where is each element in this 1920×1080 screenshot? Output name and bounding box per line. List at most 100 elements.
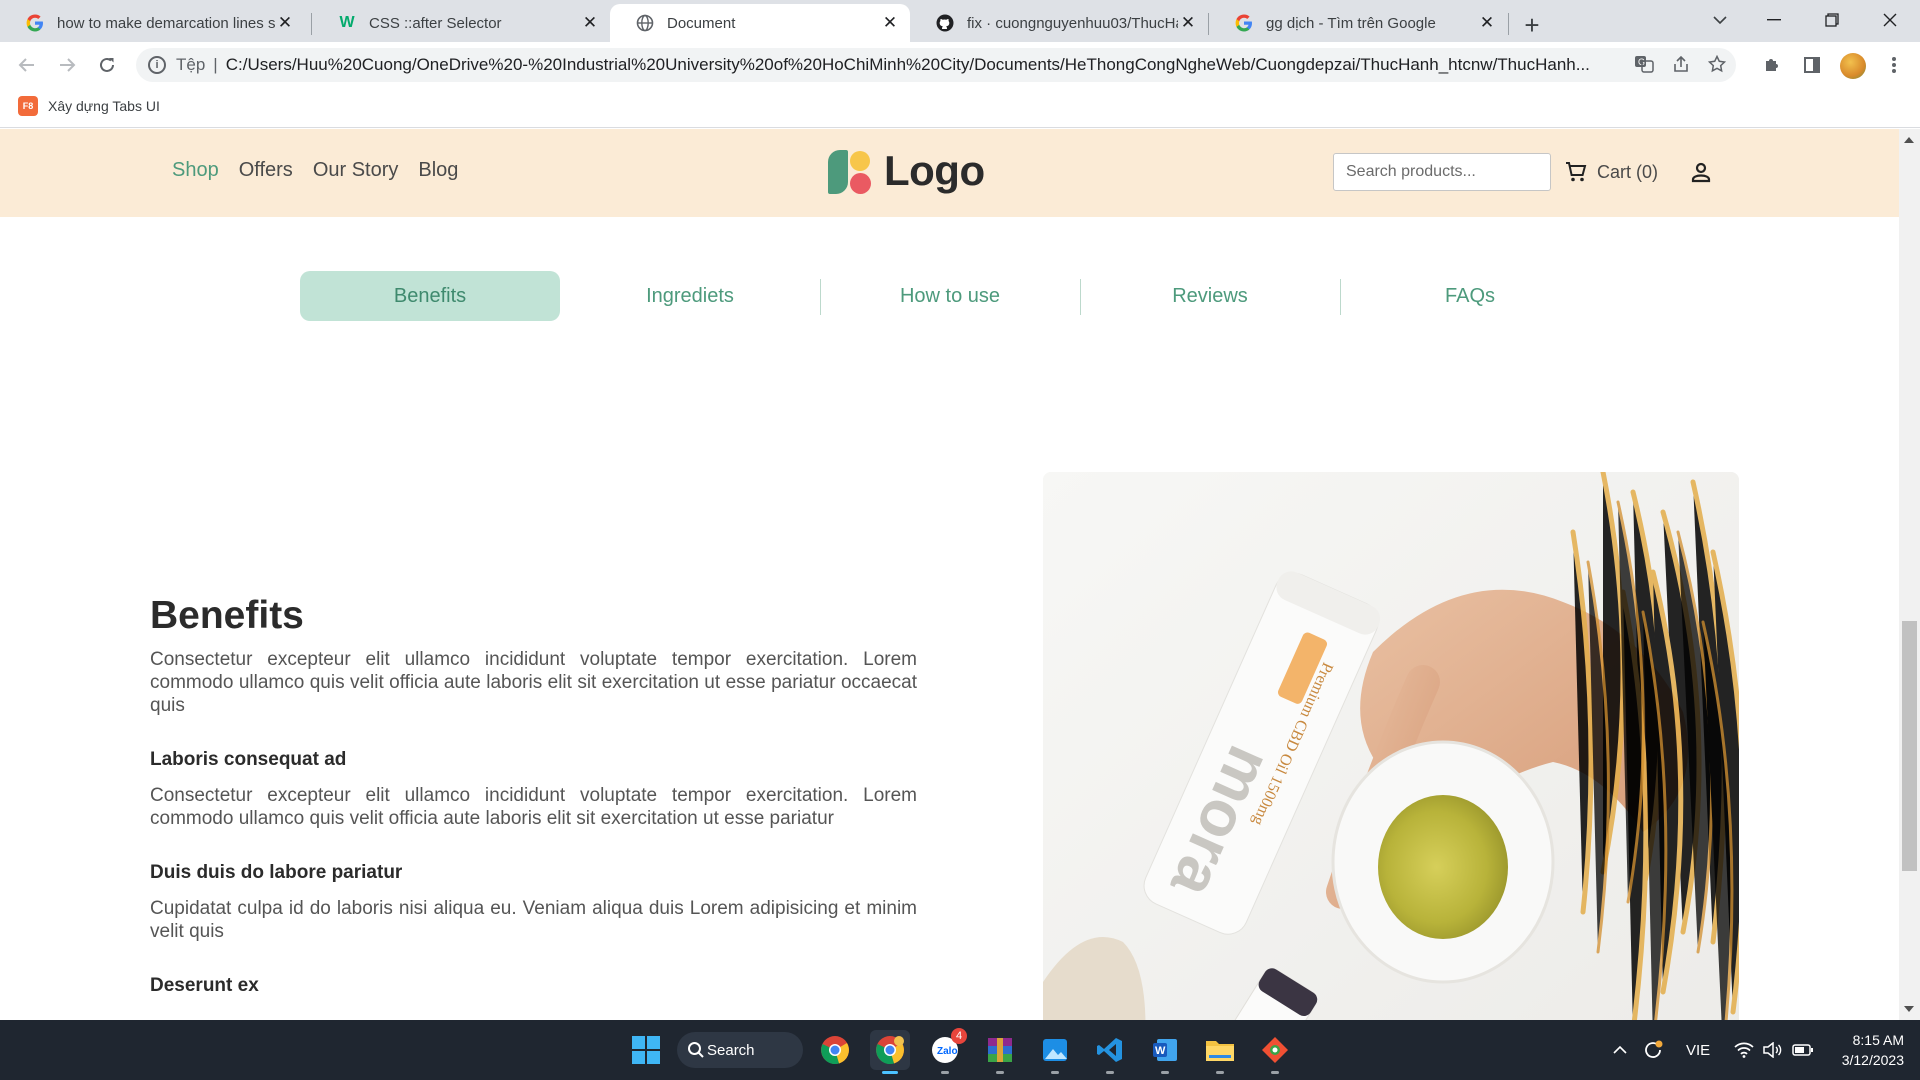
logo-mark-icon: [826, 146, 878, 196]
language-label: VIE: [1686, 1041, 1711, 1059]
system-clock[interactable]: 8:15 AM 3/12/2023: [1832, 1030, 1904, 1070]
tab-label: How to use: [899, 284, 1001, 307]
update-sync-icon[interactable]: [1642, 1020, 1664, 1080]
google-icon: [1234, 13, 1254, 33]
address-url[interactable]: C:/Users/Huu%20Cuong/OneDrive%20-%20Indu…: [226, 55, 1616, 75]
zalo-icon[interactable]: Zalo 4: [925, 1028, 967, 1074]
section-intro: Consectetur excepteur elit ullamco incid…: [150, 649, 917, 716]
tab-faqs[interactable]: FAQs: [1340, 271, 1600, 321]
tab-divider: [820, 279, 821, 315]
git-tool-icon[interactable]: [1255, 1030, 1295, 1074]
forward-arrow-icon[interactable]: [51, 49, 83, 81]
browser-tab-title: how to make demarcation lines s: [57, 14, 275, 32]
new-tab-plus-icon[interactable]: +: [1516, 9, 1548, 41]
windows-taskbar: Search Zalo 4 W VIE 8:15 AM 3/12/2023: [0, 1020, 1920, 1080]
svg-text:Zalo: Zalo: [937, 1046, 958, 1057]
close-icon[interactable]: ✕: [580, 13, 600, 33]
bookmark-item[interactable]: F8 Xây dựng Tabs UI: [18, 96, 160, 116]
file-explorer-icon[interactable]: [1200, 1030, 1240, 1074]
nav-link-shop[interactable]: Shop: [172, 159, 219, 182]
battery-icon[interactable]: [1792, 1020, 1814, 1080]
section-heading: Benefits: [150, 594, 304, 637]
nav-link-our-story[interactable]: Our Story: [313, 159, 399, 182]
browser-tab-title: Document: [667, 14, 736, 32]
tab-ingredients[interactable]: Ingrediets: [560, 271, 820, 321]
svg-text:W: W: [1155, 1045, 1166, 1057]
address-separator: |: [213, 55, 218, 74]
main-nav: Shop Offers Our Story Blog: [172, 159, 458, 182]
bookmark-label: Xây dựng Tabs UI: [48, 98, 160, 114]
site-logo[interactable]: Logo: [826, 146, 985, 196]
side-panel-icon[interactable]: [1796, 49, 1828, 81]
subsection-title: Deserunt ex: [150, 975, 259, 996]
github-icon: [935, 13, 955, 33]
address-bar[interactable]: i Tệp | C:/Users/Huu%20Cuong/OneDrive%20…: [136, 48, 1736, 82]
close-icon[interactable]: ✕: [880, 13, 900, 33]
close-icon[interactable]: ✕: [1178, 13, 1198, 33]
extensions-puzzle-icon[interactable]: [1756, 49, 1788, 81]
cart-label: Cart (0): [1597, 161, 1659, 182]
restore-icon[interactable]: [1806, 4, 1858, 36]
close-icon[interactable]: ✕: [1477, 13, 1497, 33]
word-icon[interactable]: W: [1145, 1030, 1185, 1074]
tab-divider: [1508, 13, 1509, 35]
translate-icon[interactable]: G: [1630, 50, 1658, 78]
scrollbar-thumb[interactable]: [1902, 621, 1917, 871]
browser-tab-title: CSS ::after Selector: [369, 14, 502, 32]
tab-benefits[interactable]: Benefits: [300, 271, 560, 321]
scroll-up-arrow-icon[interactable]: [1904, 137, 1914, 143]
tab-label: Benefits: [393, 284, 467, 307]
f8-logo-icon: F8: [18, 96, 38, 116]
close-window-icon[interactable]: [1864, 4, 1916, 36]
tab-reviews[interactable]: Reviews: [1080, 271, 1340, 321]
chrome-profile-icon[interactable]: [870, 1030, 910, 1074]
browser-tab-title: gg dịch - Tìm trên Google: [1266, 14, 1436, 32]
windows-start-icon[interactable]: [626, 1030, 666, 1070]
browser-tab-4[interactable]: fix · cuongnguyenhuu03/ThucHa ✕: [910, 4, 1208, 42]
chrome-icon[interactable]: [815, 1030, 855, 1070]
cart-button[interactable]: Cart (0): [1565, 161, 1658, 183]
subsection-title: Laboris consequat ad: [150, 749, 347, 770]
minimize-icon[interactable]: [1748, 4, 1800, 36]
browser-tab-1[interactable]: how to make demarcation lines s ✕: [0, 4, 305, 42]
globe-icon: [635, 13, 655, 33]
close-icon[interactable]: ✕: [275, 13, 295, 33]
language-indicator[interactable]: VIE: [1686, 1020, 1710, 1080]
logo-text: Logo: [884, 147, 985, 194]
taskbar-search[interactable]: Search: [677, 1032, 803, 1068]
user-account-icon[interactable]: [1690, 161, 1712, 188]
nav-link-blog[interactable]: Blog: [418, 159, 458, 182]
cart-icon: [1566, 162, 1587, 182]
browser-tab-5[interactable]: gg dịch - Tìm trên Google ✕: [1209, 4, 1507, 42]
w3schools-icon: W: [339, 14, 355, 31]
site-header: Shop Offers Our Story Blog Logo Cart (0): [0, 129, 1899, 217]
browser-tab-3[interactable]: Document ✕: [610, 4, 910, 42]
tab-search-chevron-icon[interactable]: [1694, 4, 1746, 36]
wifi-icon[interactable]: [1734, 1020, 1754, 1080]
info-icon[interactable]: i: [148, 56, 166, 74]
page-scrollbar[interactable]: [1899, 129, 1920, 1020]
volume-icon[interactable]: [1762, 1020, 1782, 1080]
share-icon[interactable]: [1667, 50, 1695, 78]
tab-how-to-use[interactable]: How to use: [820, 271, 1080, 321]
photos-app-icon[interactable]: [1035, 1030, 1075, 1074]
subsection-text: Cupidatat culpa id do laboris nisi aliqu…: [150, 898, 917, 942]
browser-tab-2[interactable]: W CSS ::after Selector ✕: [312, 4, 610, 42]
back-arrow-icon[interactable]: [11, 49, 43, 81]
tray-overflow-chevron-icon[interactable]: [1612, 1020, 1628, 1080]
product-search-input[interactable]: [1333, 153, 1551, 191]
vscode-icon[interactable]: [1090, 1030, 1130, 1074]
menu-kebab-icon[interactable]: [1878, 49, 1910, 81]
page-viewport: Shop Offers Our Story Blog Logo Cart (0)…: [0, 129, 1899, 1020]
search-icon: [688, 1042, 704, 1058]
bookmark-star-icon[interactable]: [1703, 50, 1731, 78]
tab-label: Ingrediets: [646, 284, 734, 307]
reload-icon[interactable]: [91, 49, 123, 81]
winrar-icon[interactable]: [980, 1030, 1020, 1074]
nav-link-offers[interactable]: Offers: [239, 159, 293, 182]
subsection-text: Consectetur excepteur elit ullamco incid…: [150, 785, 917, 829]
browser-tab-title: fix · cuongnguyenhuu03/ThucHa: [967, 14, 1178, 32]
profile-avatar[interactable]: [1840, 53, 1866, 79]
scroll-down-arrow-icon[interactable]: [1904, 1006, 1914, 1012]
clock-date: 3/12/2023: [1841, 1052, 1904, 1068]
